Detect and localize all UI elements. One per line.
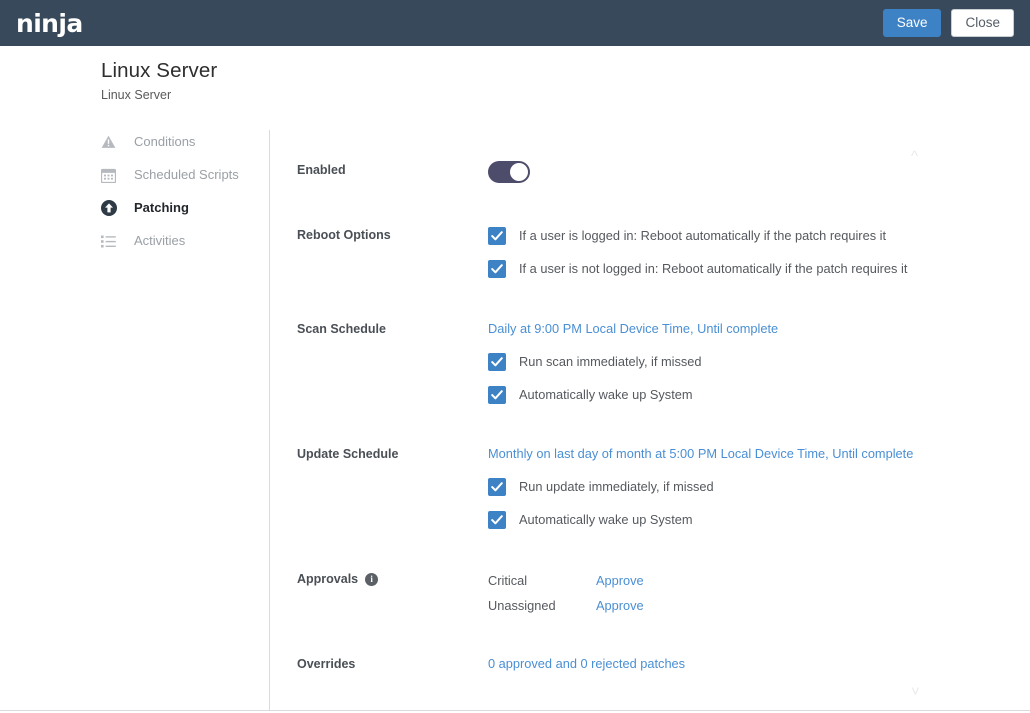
- topbar-actions: Save Close: [883, 9, 1014, 37]
- approval-severity: Critical: [488, 572, 596, 590]
- checkbox[interactable]: [488, 353, 506, 371]
- list-icon: [101, 232, 123, 250]
- approval-row: Critical Approve: [488, 570, 644, 591]
- approvals-body: Critical Approve Unassigned Approve: [488, 570, 644, 620]
- chevron-down-icon[interactable]: ˅: [911, 684, 920, 699]
- approvals-label: Approvals i: [297, 570, 457, 588]
- sidebar-item-label: Activities: [134, 232, 185, 250]
- approval-row: Unassigned Approve: [488, 595, 644, 616]
- scan-option-run-immediately: Run scan immediately, if missed: [488, 352, 778, 372]
- enabled-label-text: Enabled: [297, 161, 346, 179]
- update-schedule-link[interactable]: Monthly on last day of month at 5:00 PM …: [488, 445, 913, 463]
- sidebar-item-conditions[interactable]: Conditions: [101, 131, 266, 153]
- update-option-wake-up: Automatically wake up System: [488, 510, 913, 530]
- overrides-label-text: Overrides: [297, 655, 355, 673]
- checkbox-label: Automatically wake up System: [519, 386, 693, 404]
- sidebar-item-label: Patching: [134, 199, 189, 217]
- patch-arrow-icon: [101, 199, 123, 217]
- overrides-link[interactable]: 0 approved and 0 rejected patches: [488, 655, 685, 673]
- enabled-label: Enabled: [297, 161, 457, 179]
- toggle-knob: [510, 163, 528, 181]
- chevron-up-icon[interactable]: ^: [911, 149, 918, 164]
- checkbox[interactable]: [488, 227, 506, 245]
- save-button[interactable]: Save: [883, 9, 942, 37]
- calendar-icon: [101, 166, 123, 184]
- scan-schedule-body: Daily at 9:00 PM Local Device Time, Unti…: [488, 320, 778, 405]
- sidebar-item-label: Scheduled Scripts: [134, 166, 239, 184]
- patching-settings-panel: ^ ˅ Enabled Reboot Options If a user is …: [270, 131, 1030, 710]
- checkbox-label: Run scan immediately, if missed: [519, 353, 702, 371]
- warning-triangle-icon: [101, 133, 123, 151]
- bottom-divider: [0, 710, 1030, 711]
- scan-schedule-link[interactable]: Daily at 9:00 PM Local Device Time, Unti…: [488, 320, 778, 338]
- reboot-options-label-text: Reboot Options: [297, 226, 391, 244]
- approve-link[interactable]: Approve: [596, 572, 644, 590]
- checkbox[interactable]: [488, 386, 506, 404]
- sidebar: Conditions Scheduled Scripts Patching: [101, 131, 266, 263]
- update-option-run-immediately: Run update immediately, if missed: [488, 477, 913, 497]
- reboot-options-body: If a user is logged in: Reboot automatic…: [488, 226, 907, 279]
- reboot-option-logged-in: If a user is logged in: Reboot automatic…: [488, 226, 907, 246]
- scan-schedule-label-text: Scan Schedule: [297, 320, 386, 338]
- checkbox[interactable]: [488, 511, 506, 529]
- update-schedule-label: Update Schedule: [297, 445, 457, 463]
- checkbox-label: Automatically wake up System: [519, 511, 693, 529]
- checkbox[interactable]: [488, 478, 506, 496]
- reboot-options-label: Reboot Options: [297, 226, 457, 244]
- update-schedule-label-text: Update Schedule: [297, 445, 398, 463]
- overrides-body: 0 approved and 0 rejected patches: [488, 655, 685, 673]
- info-icon[interactable]: i: [365, 573, 378, 586]
- ninja-logo: ninja: [16, 11, 83, 36]
- top-bar: ninja Save Close: [0, 0, 1030, 46]
- checkbox-label: If a user is not logged in: Reboot autom…: [519, 260, 907, 278]
- sidebar-item-activities[interactable]: Activities: [101, 230, 266, 252]
- overrides-label: Overrides: [297, 655, 457, 673]
- sidebar-item-scheduled-scripts[interactable]: Scheduled Scripts: [101, 164, 266, 186]
- close-button[interactable]: Close: [951, 9, 1014, 37]
- page-subtitle: Linux Server: [101, 86, 217, 104]
- checkbox-label: Run update immediately, if missed: [519, 478, 714, 496]
- sidebar-item-label: Conditions: [134, 133, 195, 151]
- page-title: Linux Server: [101, 58, 217, 84]
- enabled-body: [488, 161, 530, 183]
- update-schedule-body: Monthly on last day of month at 5:00 PM …: [488, 445, 913, 530]
- scan-schedule-label: Scan Schedule: [297, 320, 457, 338]
- checkbox[interactable]: [488, 260, 506, 278]
- enabled-toggle[interactable]: [488, 161, 530, 183]
- approve-link[interactable]: Approve: [596, 597, 644, 615]
- approval-severity: Unassigned: [488, 597, 596, 615]
- sidebar-item-patching[interactable]: Patching: [101, 197, 266, 219]
- scan-option-wake-up: Automatically wake up System: [488, 385, 778, 405]
- page-header: Linux Server Linux Server: [101, 58, 217, 104]
- approvals-label-text: Approvals: [297, 570, 358, 588]
- checkbox-label: If a user is logged in: Reboot automatic…: [519, 227, 886, 245]
- reboot-option-not-logged-in: If a user is not logged in: Reboot autom…: [488, 259, 907, 279]
